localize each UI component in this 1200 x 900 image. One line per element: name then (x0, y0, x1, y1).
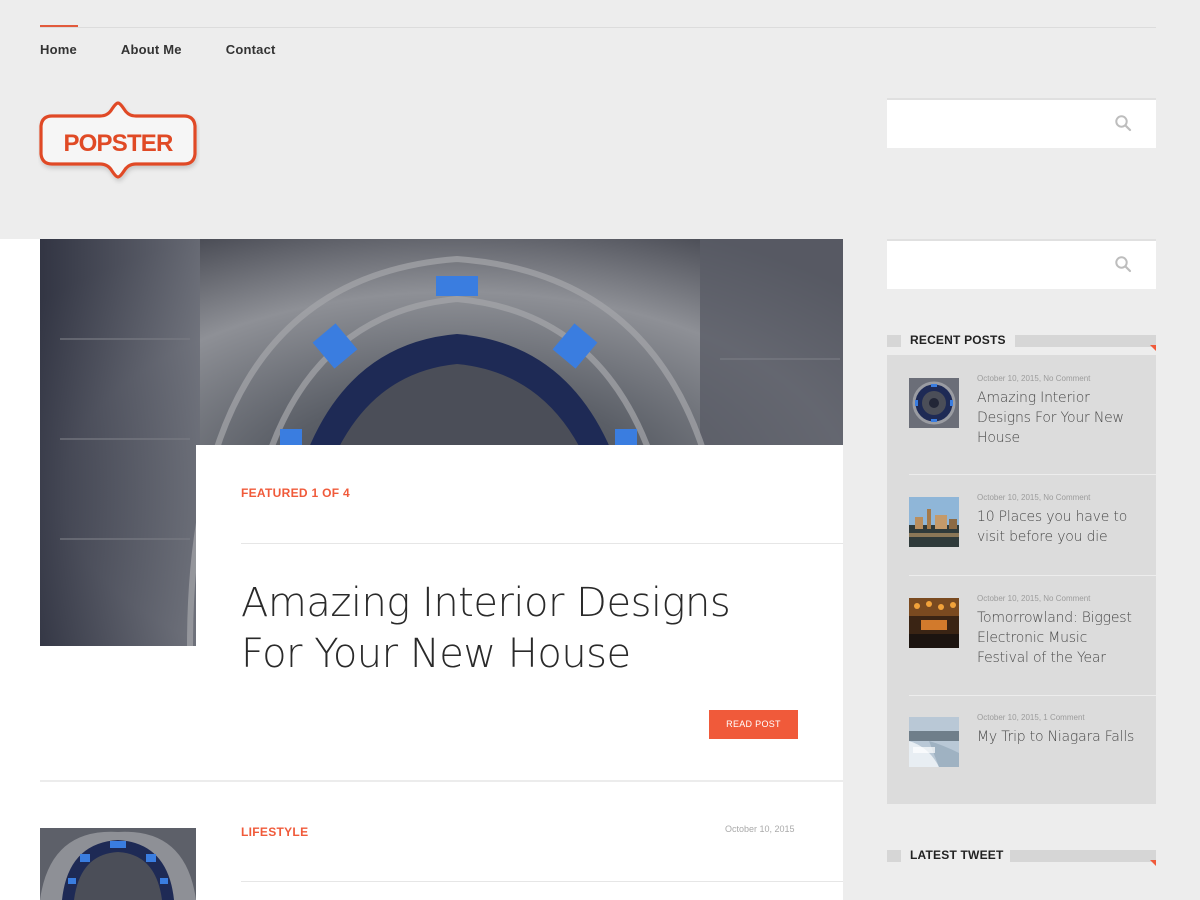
recent-posts-header: RECENT POSTS (887, 333, 1156, 351)
featured-label: FEATURED 1 OF 4 (241, 486, 350, 500)
top-divider (40, 27, 1156, 28)
widget-corner-accent (1150, 860, 1156, 866)
recent-post-separator (909, 474, 1156, 475)
nav-active-indicator (40, 25, 78, 27)
site-logo[interactable]: POPSTER (38, 100, 200, 190)
recent-post-thumbnail[interactable] (909, 717, 959, 767)
post-date: October 10, 2015 (725, 824, 795, 834)
latest-tweet-header: LATEST TWEET (887, 848, 1156, 866)
recent-posts-title: RECENT POSTS (910, 333, 1012, 347)
festival-thumb (909, 598, 959, 648)
waterfall-thumb (909, 717, 959, 767)
section-divider (40, 780, 843, 782)
nav-item-contact[interactable]: Contact (226, 42, 276, 57)
recent-post-thumbnail[interactable] (909, 497, 959, 547)
city-thumb (909, 497, 959, 547)
recent-post-title[interactable]: 10 Places you have to visit before you d… (977, 507, 1137, 547)
dome-thumb-photo (40, 828, 196, 900)
post-thumbnail[interactable] (40, 828, 196, 900)
widget-corner-accent (1150, 345, 1156, 351)
widget-header-square (887, 335, 901, 347)
widget-header-square (887, 850, 901, 862)
recent-post-meta: October 10, 2015, 1 Comment (977, 713, 1085, 722)
recent-post-title[interactable]: My Trip to Niagara Falls (977, 727, 1137, 747)
card-divider (241, 543, 843, 544)
featured-post-title[interactable]: Amazing Interior Designs For Your New Ho… (241, 578, 801, 680)
nav-item-home[interactable]: Home (40, 42, 77, 57)
dome-thumb (909, 378, 959, 428)
recent-post-thumbnail[interactable] (909, 598, 959, 648)
logo-text: POPSTER (63, 130, 173, 157)
recent-post-title[interactable]: Amazing Interior Designs For Your New Ho… (977, 388, 1137, 448)
read-post-button[interactable]: READ POST (709, 710, 798, 739)
nav-item-about-me[interactable]: About Me (121, 42, 182, 57)
latest-tweet-title: LATEST TWEET (910, 848, 1010, 862)
recent-post-meta: October 10, 2015, No Comment (977, 594, 1091, 603)
recent-post-separator (909, 695, 1156, 696)
recent-post-thumbnail[interactable] (909, 378, 959, 428)
main-nav: Home About Me Contact (40, 42, 276, 57)
widget-header-bar (1010, 850, 1156, 862)
header-search[interactable] (887, 98, 1156, 148)
search-icon[interactable] (1114, 255, 1132, 273)
post-category[interactable]: LIFESTYLE (241, 825, 308, 839)
search-icon[interactable] (1114, 114, 1132, 132)
widget-header-bar (1015, 335, 1156, 347)
recent-post-title[interactable]: Tomorrowland: Biggest Electronic Music F… (977, 608, 1137, 668)
post-divider (241, 881, 843, 882)
sidebar-search[interactable] (887, 239, 1156, 289)
recent-post-separator (909, 575, 1156, 576)
recent-post-meta: October 10, 2015, No Comment (977, 374, 1091, 383)
logo-badge: POPSTER (39, 101, 197, 179)
recent-post-meta: October 10, 2015, No Comment (977, 493, 1091, 502)
